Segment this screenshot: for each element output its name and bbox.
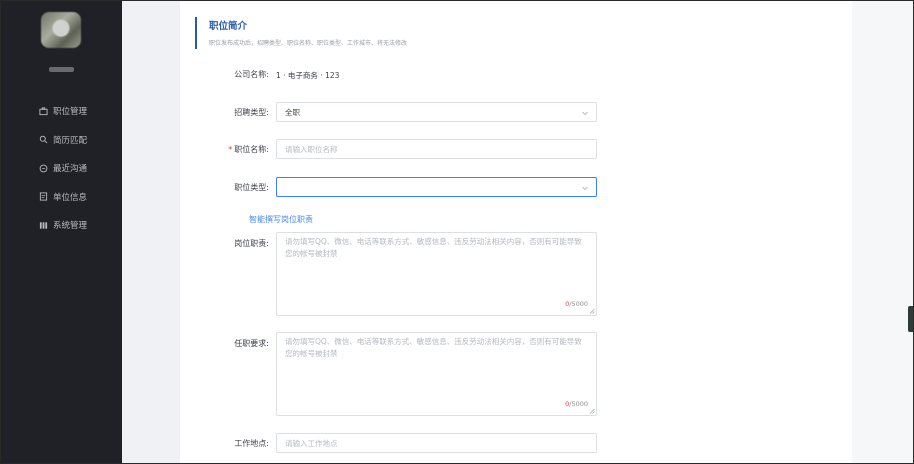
section-accent-bar [195,17,197,49]
grid-icon [38,220,48,230]
sidebar-item-company-info[interactable]: 单位信息 [1,183,122,212]
chevron-down-icon [581,109,589,117]
sidebar-item-label: 职位管理 [53,107,88,118]
sidebar: 职位管理 简历匹配 最近沟通 单位信息 系统管理 [1,1,122,463]
search-icon [38,135,48,145]
duties-char-counter: 0/5000 [565,300,588,308]
job-name-placeholder: 请输入职位名称 [285,144,338,154]
section-title: 职位简介 [209,21,248,32]
duties-label: 岗位职责: [234,239,269,248]
sidebar-item-label: 系统管理 [53,221,88,232]
resize-handle-icon[interactable] [589,408,595,414]
requirements-label: 任职要求: [234,339,269,348]
job-type-select[interactable] [276,177,597,197]
requirements-textarea[interactable]: 请勿填写QQ、微信、电话等联系方式、敏感信息、违反劳动法相关内容，否则有可能导致… [276,332,597,416]
location-placeholder: 请输入工作地点 [285,438,338,448]
resize-handle-icon[interactable] [589,308,595,314]
sidebar-nav: 职位管理 简历匹配 最近沟通 单位信息 系统管理 [1,97,122,240]
side-scroll-handle[interactable] [908,306,913,332]
recruit-type-value: 全职 [285,107,300,117]
sidebar-item-resume-match[interactable]: 简历匹配 [1,126,122,155]
document-icon [38,192,48,202]
job-name-label: * 职位名称: [199,144,269,155]
username-blurred [49,67,74,72]
requirements-char-counter: 0/5000 [565,400,588,408]
location-input[interactable]: 请输入工作地点 [276,433,597,453]
avatar[interactable] [41,12,81,48]
app-window: 职位管理 简历匹配 最近沟通 单位信息 系统管理 职位简介 职位发布成功后，招聘… [0,0,914,464]
recruit-type-label: 招聘类型: [234,108,269,117]
sidebar-item-system-management[interactable]: 系统管理 [1,211,122,240]
location-label: 工作地点: [234,439,269,448]
sidebar-item-label: 简历匹配 [53,135,88,146]
requirements-placeholder: 请勿填写QQ、微信、电话等联系方式、敏感信息、违反劳动法相关内容，否则有可能导致… [285,337,582,358]
job-name-label-text: 职位名称: [234,145,269,154]
sidebar-item-job-management[interactable]: 职位管理 [1,97,122,126]
recruit-type-select[interactable]: 全职 [276,102,597,122]
job-type-label: 职位类型: [234,183,269,192]
chevron-down-icon [581,184,589,192]
sidebar-item-recent-chats[interactable]: 最近沟通 [1,154,122,183]
chat-icon [38,163,48,173]
section-subtitle: 职位发布成功后，招聘类型、职位名称、职位类型、工作城市、将无法修改 [209,40,408,47]
sidebar-item-label: 最近沟通 [53,164,88,175]
required-mark: * [228,145,233,154]
right-margin [852,1,913,463]
company-value: 1 · 电子商务 · 123 [276,71,340,80]
duties-placeholder: 请勿填写QQ、微信、电话等联系方式、敏感信息、违反劳动法相关内容，否则有可能导致… [285,237,582,258]
company-label: 公司名称: [234,70,269,79]
briefcase-icon [38,106,48,116]
ai-write-duties-link[interactable]: 智能撰写岗位职责 [249,214,313,225]
job-name-input[interactable]: 请输入职位名称 [276,139,597,159]
duties-textarea[interactable]: 请勿填写QQ、微信、电话等联系方式、敏感信息、违反劳动法相关内容，否则有可能导致… [276,232,597,316]
sidebar-item-label: 单位信息 [53,192,88,203]
